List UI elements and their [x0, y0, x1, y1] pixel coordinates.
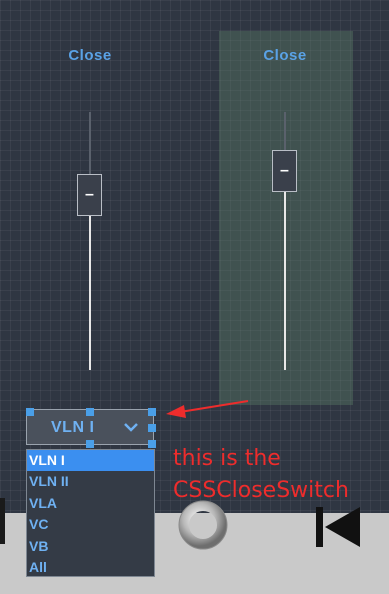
- switch-2-track-top: [284, 112, 286, 150]
- ring-knob-icon[interactable]: [178, 500, 228, 550]
- option-vln-i[interactable]: VLN I: [27, 450, 154, 472]
- resize-handle-bottom-right[interactable]: [148, 440, 156, 448]
- select-value: VLN I: [51, 419, 95, 436]
- skip-back-icon[interactable]: [314, 505, 364, 549]
- switch-1-track-top: [89, 112, 91, 174]
- switch-1-thumb[interactable]: –: [77, 174, 102, 216]
- switch-1-label: Close: [68, 47, 112, 64]
- red-arrow-icon: [166, 400, 249, 418]
- resize-handle-bottom[interactable]: [86, 440, 94, 448]
- option-vc[interactable]: VC: [27, 514, 154, 535]
- switch-2-thumb[interactable]: –: [272, 150, 297, 192]
- resize-handle-top[interactable]: [86, 408, 94, 416]
- select-dropdown-list: VLN I VLN II VLA VC VB All: [26, 449, 155, 577]
- annotation-line-1: this is the: [173, 446, 281, 471]
- resize-handle-top-left[interactable]: [26, 408, 34, 416]
- switch-2-label: Close: [263, 47, 307, 64]
- switch-1-track[interactable]: [89, 216, 91, 370]
- option-all[interactable]: All: [27, 557, 154, 578]
- resize-handle-top-right[interactable]: [148, 408, 156, 416]
- option-vb[interactable]: VB: [27, 536, 154, 557]
- switch-2-track[interactable]: [284, 192, 286, 370]
- resize-handle-right[interactable]: [148, 424, 156, 432]
- highlight-panel: [219, 31, 353, 405]
- option-vla[interactable]: VLA: [27, 493, 154, 514]
- left-edge-fragment: [0, 498, 5, 544]
- chevron-down-icon: [124, 423, 138, 432]
- option-vln-ii[interactable]: VLN II: [27, 471, 154, 492]
